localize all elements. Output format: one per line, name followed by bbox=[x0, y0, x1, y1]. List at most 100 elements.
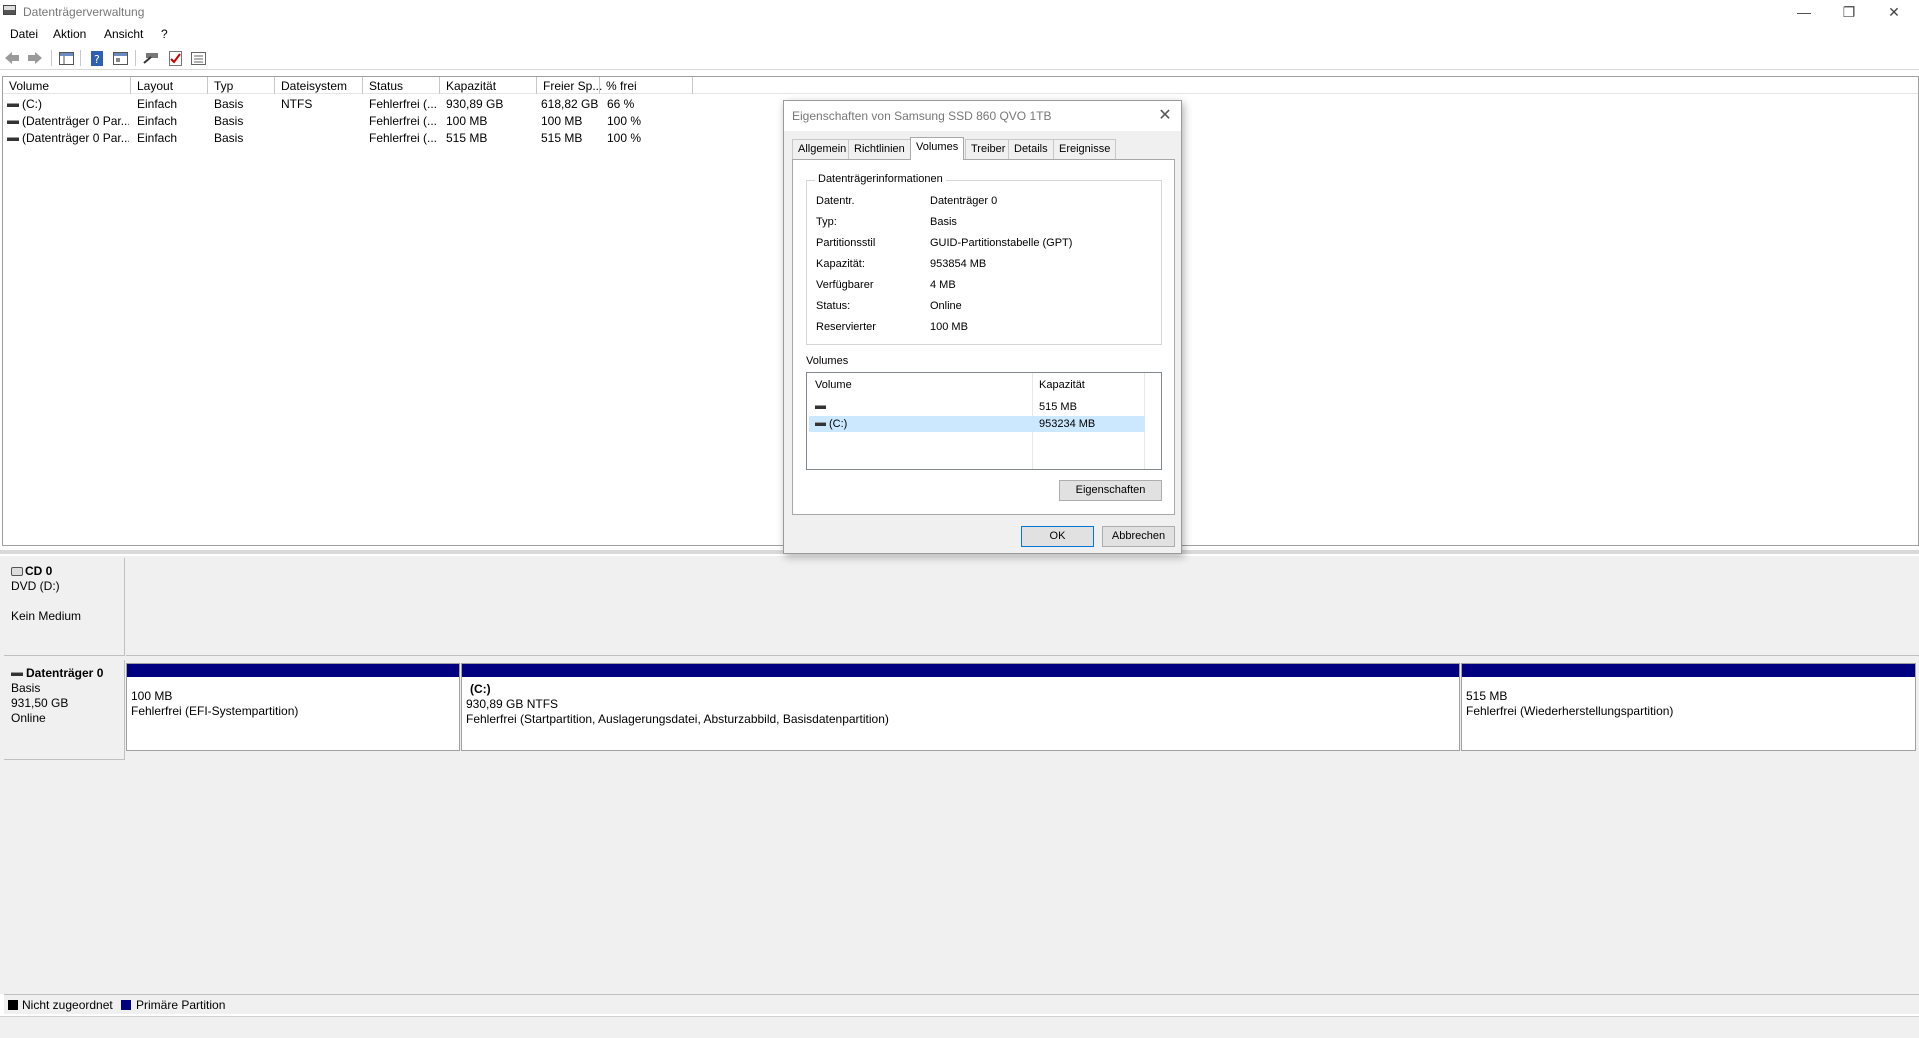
partition-recovery[interactable]: 515 MB Fehlerfrei (Wiederherstellungspar… bbox=[1461, 663, 1916, 751]
primary-partition-bar bbox=[462, 664, 1459, 677]
info-label-typ: Typ: bbox=[816, 216, 837, 228]
info-value-datentraeger: Datenträger 0 bbox=[930, 195, 998, 207]
dialog-close-button[interactable]: ✕ bbox=[1155, 105, 1175, 125]
check-icon[interactable] bbox=[167, 50, 183, 66]
toolbar-separator bbox=[135, 50, 136, 66]
eigenschaften-button[interactable]: Eigenschaften bbox=[1059, 480, 1162, 501]
back-arrow-icon[interactable] bbox=[4, 50, 20, 66]
minimize-button[interactable]: — bbox=[1782, 0, 1826, 24]
partition-efi[interactable]: 100 MB Fehlerfrei (EFI-Systempartition) bbox=[126, 663, 460, 751]
tab-treiber[interactable]: Treiber bbox=[965, 139, 1012, 159]
legend: Nicht zugeordnet Primäre Partition bbox=[4, 994, 1919, 1014]
column-freier-speicher[interactable]: Freier Sp... bbox=[537, 77, 602, 94]
menu-bar: Datei Aktion Ansicht ? bbox=[0, 24, 1919, 44]
info-value-reserviert: 100 MB bbox=[930, 321, 968, 333]
list-item-selected[interactable]: (C:) 953234 MB bbox=[809, 416, 1145, 432]
column-volume[interactable]: Volume bbox=[3, 77, 131, 94]
disk0-status: Online bbox=[11, 711, 46, 725]
partition-c[interactable]: (C:) 930,89 GB NTFS Fehlerfrei (Startpar… bbox=[461, 663, 1460, 751]
partition-status: Fehlerfrei (Startpartition, Auslagerungs… bbox=[466, 712, 889, 726]
column-typ[interactable]: Typ bbox=[208, 77, 275, 94]
drive-icon bbox=[7, 102, 19, 107]
primary-partition-bar bbox=[1462, 664, 1915, 677]
cell-dateisystem: NTFS bbox=[281, 97, 313, 111]
cell-kapazitaet: 100 MB bbox=[446, 114, 488, 128]
help-icon[interactable]: ? bbox=[89, 50, 105, 66]
menu-aktion[interactable]: Aktion bbox=[53, 27, 86, 41]
disk-management-app-icon bbox=[3, 5, 16, 15]
cell-typ: Basis bbox=[214, 131, 244, 145]
toolbar-separator bbox=[80, 50, 81, 66]
cd-drive-icon bbox=[11, 567, 23, 577]
cd-label[interactable]: CD 0 DVD (D:) Kein Medium bbox=[4, 558, 125, 656]
partition-text: (C:) 930,89 GB NTFS Fehlerfrei (Startpar… bbox=[466, 682, 889, 727]
column-status[interactable]: Status bbox=[363, 77, 440, 94]
column-dateisystem[interactable]: Dateisystem bbox=[275, 77, 363, 94]
disk-info-group: Datenträgerinformationen Datentr. Datent… bbox=[806, 173, 1162, 345]
cell-volume: (Datenträger 0 Par... bbox=[7, 114, 129, 128]
tab-volumes[interactable]: Volumes bbox=[910, 137, 965, 160]
cell-layout: Einfach bbox=[137, 131, 178, 145]
graphical-disk-view: CD 0 DVD (D:) Kein Medium Datenträger 0 … bbox=[0, 556, 1919, 994]
title-bar: Datenträgerverwaltung — ❐ ✕ bbox=[0, 0, 1919, 24]
disk0-label[interactable]: Datenträger 0 Basis 931,50 GB Online bbox=[4, 660, 125, 760]
menu-datei[interactable]: Datei bbox=[10, 27, 38, 41]
partition-size: 100 MB bbox=[131, 689, 173, 703]
cell-layout: Einfach bbox=[137, 97, 178, 111]
column-prozent-frei[interactable]: % frei bbox=[600, 77, 693, 94]
cd-partition-area[interactable] bbox=[126, 558, 1919, 656]
list-item[interactable]: 515 MB bbox=[809, 399, 1145, 415]
connect-icon[interactable] bbox=[143, 50, 159, 66]
dialog-title-bar[interactable]: Eigenschaften von Samsung SSD 860 QVO 1T… bbox=[784, 101, 1181, 131]
menu-ansicht[interactable]: Ansicht bbox=[104, 27, 143, 41]
menu-help[interactable]: ? bbox=[161, 27, 168, 41]
cell-typ: Basis bbox=[214, 97, 244, 111]
cell-typ: Basis bbox=[214, 114, 244, 128]
volume-name: (C:) bbox=[22, 97, 42, 111]
cell-prozent: 100 % bbox=[607, 114, 642, 128]
list-view-icon[interactable] bbox=[190, 50, 206, 66]
volumes-list[interactable]: Volume Kapazität 515 MB (C:) 953234 MB bbox=[806, 372, 1162, 470]
cell-status: Fehlerfrei (... bbox=[369, 97, 438, 111]
svg-text:?: ? bbox=[94, 53, 100, 66]
column-kapazitaet[interactable]: Kapazität bbox=[440, 77, 537, 94]
tab-ereignisse[interactable]: Ereignisse bbox=[1053, 139, 1117, 159]
volumes-column-volume[interactable]: Volume bbox=[815, 379, 852, 391]
cancel-button[interactable]: Abbrechen bbox=[1102, 526, 1175, 547]
partition-text: 100 MB Fehlerfrei (EFI-Systempartition) bbox=[131, 689, 298, 719]
forward-arrow-icon[interactable] bbox=[27, 50, 43, 66]
info-value-status: Online bbox=[930, 300, 962, 312]
cell-volume: (Datenträger 0 Par... bbox=[7, 131, 129, 145]
toolbar: ? bbox=[0, 46, 1919, 70]
cell-frei: 515 MB bbox=[541, 131, 583, 145]
disk0-size: 931,50 GB bbox=[11, 696, 69, 710]
column-layout[interactable]: Layout bbox=[131, 77, 208, 94]
tab-allgemein[interactable]: Allgemein bbox=[792, 139, 853, 159]
partition-status: Fehlerfrei (Wiederherstellungspartition) bbox=[1466, 704, 1674, 718]
info-value-typ: Basis bbox=[930, 216, 957, 228]
close-button[interactable]: ✕ bbox=[1872, 0, 1916, 24]
capacity-cell: 515 MB bbox=[1039, 401, 1077, 413]
info-value-partitionsstil: GUID-Partitionstabelle (GPT) bbox=[930, 237, 1073, 249]
info-label-kapazitaet: Kapazität: bbox=[816, 258, 865, 270]
tab-details[interactable]: Details bbox=[1008, 139, 1054, 159]
partition-status: Fehlerfrei (EFI-Systempartition) bbox=[131, 704, 299, 718]
volume-name: (C:) bbox=[829, 418, 848, 430]
restore-button[interactable]: ❐ bbox=[1827, 0, 1871, 24]
show-hide-console-tree-icon[interactable] bbox=[58, 50, 74, 66]
cd-status: Kein Medium bbox=[11, 609, 82, 623]
partition-size: 930,89 GB NTFS bbox=[466, 697, 559, 711]
cell-volume: (C:) bbox=[7, 97, 129, 111]
tab-richtlinien[interactable]: Richtlinien bbox=[848, 139, 911, 159]
volume-cell bbox=[815, 401, 829, 413]
volumes-column-kapazitaet[interactable]: Kapazität bbox=[1039, 379, 1085, 391]
cell-kapazitaet: 515 MB bbox=[446, 131, 488, 145]
volume-name: (Datenträger 0 Par... bbox=[22, 131, 129, 145]
window-title: Datenträgerverwaltung bbox=[23, 5, 145, 19]
volume-name: (Datenträger 0 Par... bbox=[22, 114, 129, 128]
volumes-tab-pane: Datenträgerinformationen Datentr. Datent… bbox=[792, 159, 1175, 515]
cd-name: CD 0 bbox=[25, 564, 53, 578]
properties-view-icon[interactable] bbox=[112, 50, 128, 66]
volumes-label: Volumes bbox=[806, 355, 849, 367]
ok-button[interactable]: OK bbox=[1021, 526, 1094, 547]
